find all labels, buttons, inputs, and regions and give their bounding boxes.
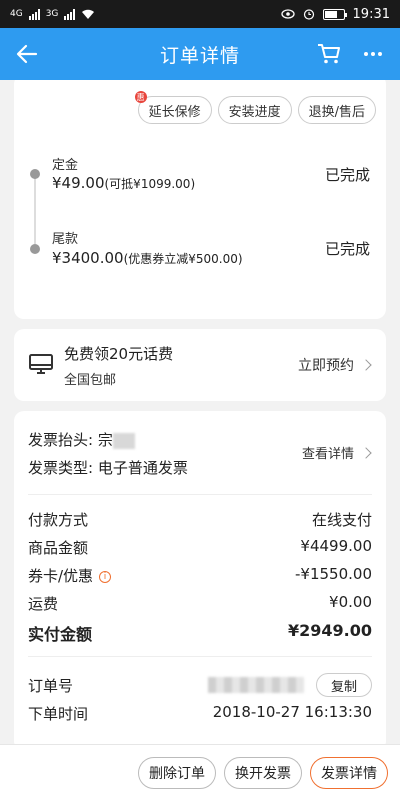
arrow-left-icon xyxy=(16,44,38,64)
goods-amount-key: 商品金额 xyxy=(28,539,89,557)
coupon-row: 券卡/优惠 i -¥1550.00 xyxy=(28,565,372,586)
copy-button[interactable]: 复制 xyxy=(315,673,372,697)
shipping-key: 运费 xyxy=(28,595,59,613)
service-buttons: 惠 延长保修 安装进度 退换/售后 xyxy=(134,91,376,124)
change-invoice-button[interactable]: 换开发票 xyxy=(224,756,302,789)
payment-method-row: 付款方式 在线支付 xyxy=(28,509,372,530)
invoice-detail-label: 查看详情 xyxy=(301,447,354,462)
payment-method-key: 付款方式 xyxy=(28,511,89,529)
divider xyxy=(28,494,372,495)
deposit-note: (可抵¥1099.00) xyxy=(104,177,196,191)
balance-amount-row: ¥3400.00(优惠券立减¥500.00) xyxy=(52,249,243,267)
return-service-label: 退换/售后 xyxy=(308,104,365,120)
more-dot xyxy=(378,52,382,56)
promo-card[interactable]: 免费领20元话费 全国包邮 立即预约 xyxy=(14,329,386,401)
network-label-1: 4G xyxy=(10,9,23,19)
extend-warranty-button[interactable]: 惠 延长保修 xyxy=(134,91,212,124)
install-progress-label: 安装进度 xyxy=(228,104,281,120)
reserve-now-link[interactable]: 立即预约 xyxy=(298,355,372,375)
coupon-value: -¥1550.00 xyxy=(295,565,372,583)
chevron-right-icon xyxy=(360,359,372,371)
invoice-detail-button[interactable]: 发票详情 xyxy=(310,756,388,789)
goods-amount-value: ¥4499.00 xyxy=(300,537,372,555)
wifi-icon xyxy=(82,9,95,19)
invoice-summary-card: 发票抬头: 宗 发票类型: 电子普通发票 查看详情 付款方式 在线支付 商品金额… xyxy=(14,411,386,744)
eye-icon xyxy=(280,9,295,19)
shipping-value: ¥0.00 xyxy=(329,593,372,611)
battery-icon xyxy=(322,8,347,20)
status-left: 4G 3G xyxy=(10,8,95,20)
order-time-key: 下单时间 xyxy=(28,705,89,723)
timeline-line xyxy=(34,174,36,244)
monitor-icon xyxy=(29,354,53,374)
order-time-row: 下单时间 2018-10-27 16:13:30 xyxy=(28,703,372,724)
promo-title: 免费领20元话费 xyxy=(64,345,174,363)
deposit-amount: ¥49.00 xyxy=(52,174,105,192)
return-service-button[interactable]: 退换/售后 xyxy=(297,96,376,124)
divider xyxy=(28,656,372,657)
cart-icon xyxy=(318,44,340,64)
deposit-status: 已完成 xyxy=(324,166,370,184)
balance-status: 已完成 xyxy=(324,240,370,258)
balance-label: 尾款 xyxy=(52,232,79,247)
alarm-icon xyxy=(303,9,314,20)
app-header: 订单详情 xyxy=(0,28,400,80)
invoice-title-label: 发票抬头: 宗 xyxy=(28,431,113,449)
chevron-right-icon xyxy=(360,446,372,459)
redacted-order-number xyxy=(207,677,304,693)
coupon-key: 券卡/优惠 xyxy=(28,567,94,585)
order-time-value: 2018-10-27 16:13:30 xyxy=(212,703,372,721)
back-button[interactable] xyxy=(12,38,42,70)
discount-badge: 惠 xyxy=(134,91,147,103)
info-icon[interactable]: i xyxy=(99,570,112,583)
redacted-name xyxy=(112,432,135,449)
invoice-detail-link[interactable]: 查看详情 xyxy=(301,443,372,462)
signal-icon xyxy=(28,8,40,20)
more-dots-icon xyxy=(364,52,368,56)
install-progress-button[interactable]: 安装进度 xyxy=(217,96,292,124)
total-paid-row: 实付金额 ¥2949.00 xyxy=(28,621,372,645)
order-content[interactable]: 惠 延长保修 安装进度 退换/售后 定金 ¥49.00(可抵¥1099.00) … xyxy=(0,80,400,744)
clock-time: 19:31 xyxy=(352,6,390,22)
order-number-key: 订单号 xyxy=(28,676,74,695)
total-paid-key: 实付金额 xyxy=(28,625,93,644)
payment-method-value: 在线支付 xyxy=(311,511,372,529)
balance-note: (优惠券立减¥500.00) xyxy=(123,252,243,266)
extend-warranty-label: 延长保修 xyxy=(148,104,201,120)
reserve-now-label: 立即预约 xyxy=(298,358,354,374)
timeline-dot xyxy=(30,244,40,254)
invoice-type-label: 发票类型: 电子普通发票 xyxy=(28,459,188,477)
invoice-title-row: 发票抬头: 宗 xyxy=(28,429,135,450)
network-label-2: 3G xyxy=(45,9,59,19)
page-title: 订单详情 xyxy=(159,44,240,67)
shipping-row: 运费 ¥0.00 xyxy=(28,593,372,614)
status-right: 19:31 xyxy=(280,6,390,22)
more-button[interactable] xyxy=(356,39,390,69)
timeline-dot xyxy=(30,169,40,179)
delete-order-button[interactable]: 删除订单 xyxy=(138,756,216,789)
signal-icon-2 xyxy=(64,8,76,20)
goods-amount-row: 商品金额 ¥4499.00 xyxy=(28,537,372,558)
more-dot xyxy=(371,52,375,56)
status-bar: 4G 3G 19:31 xyxy=(0,0,400,28)
total-paid-value: ¥2949.00 xyxy=(287,621,372,640)
deposit-label: 定金 xyxy=(52,158,79,173)
payment-card: 惠 延长保修 安装进度 退换/售后 定金 ¥49.00(可抵¥1099.00) … xyxy=(14,80,386,319)
order-number-row: 订单号 复制 xyxy=(28,673,372,697)
deposit-amount-row: ¥49.00(可抵¥1099.00) xyxy=(52,174,195,192)
cart-button[interactable] xyxy=(314,39,344,69)
promo-subtitle: 全国包邮 xyxy=(64,373,117,388)
bottom-action-bar: 删除订单 换开发票 发票详情 xyxy=(0,744,400,800)
order-number-wrap: 复制 xyxy=(207,673,372,697)
balance-amount: ¥3400.00 xyxy=(52,249,124,267)
coupon-key-wrap: 券卡/优惠 i xyxy=(28,565,112,586)
